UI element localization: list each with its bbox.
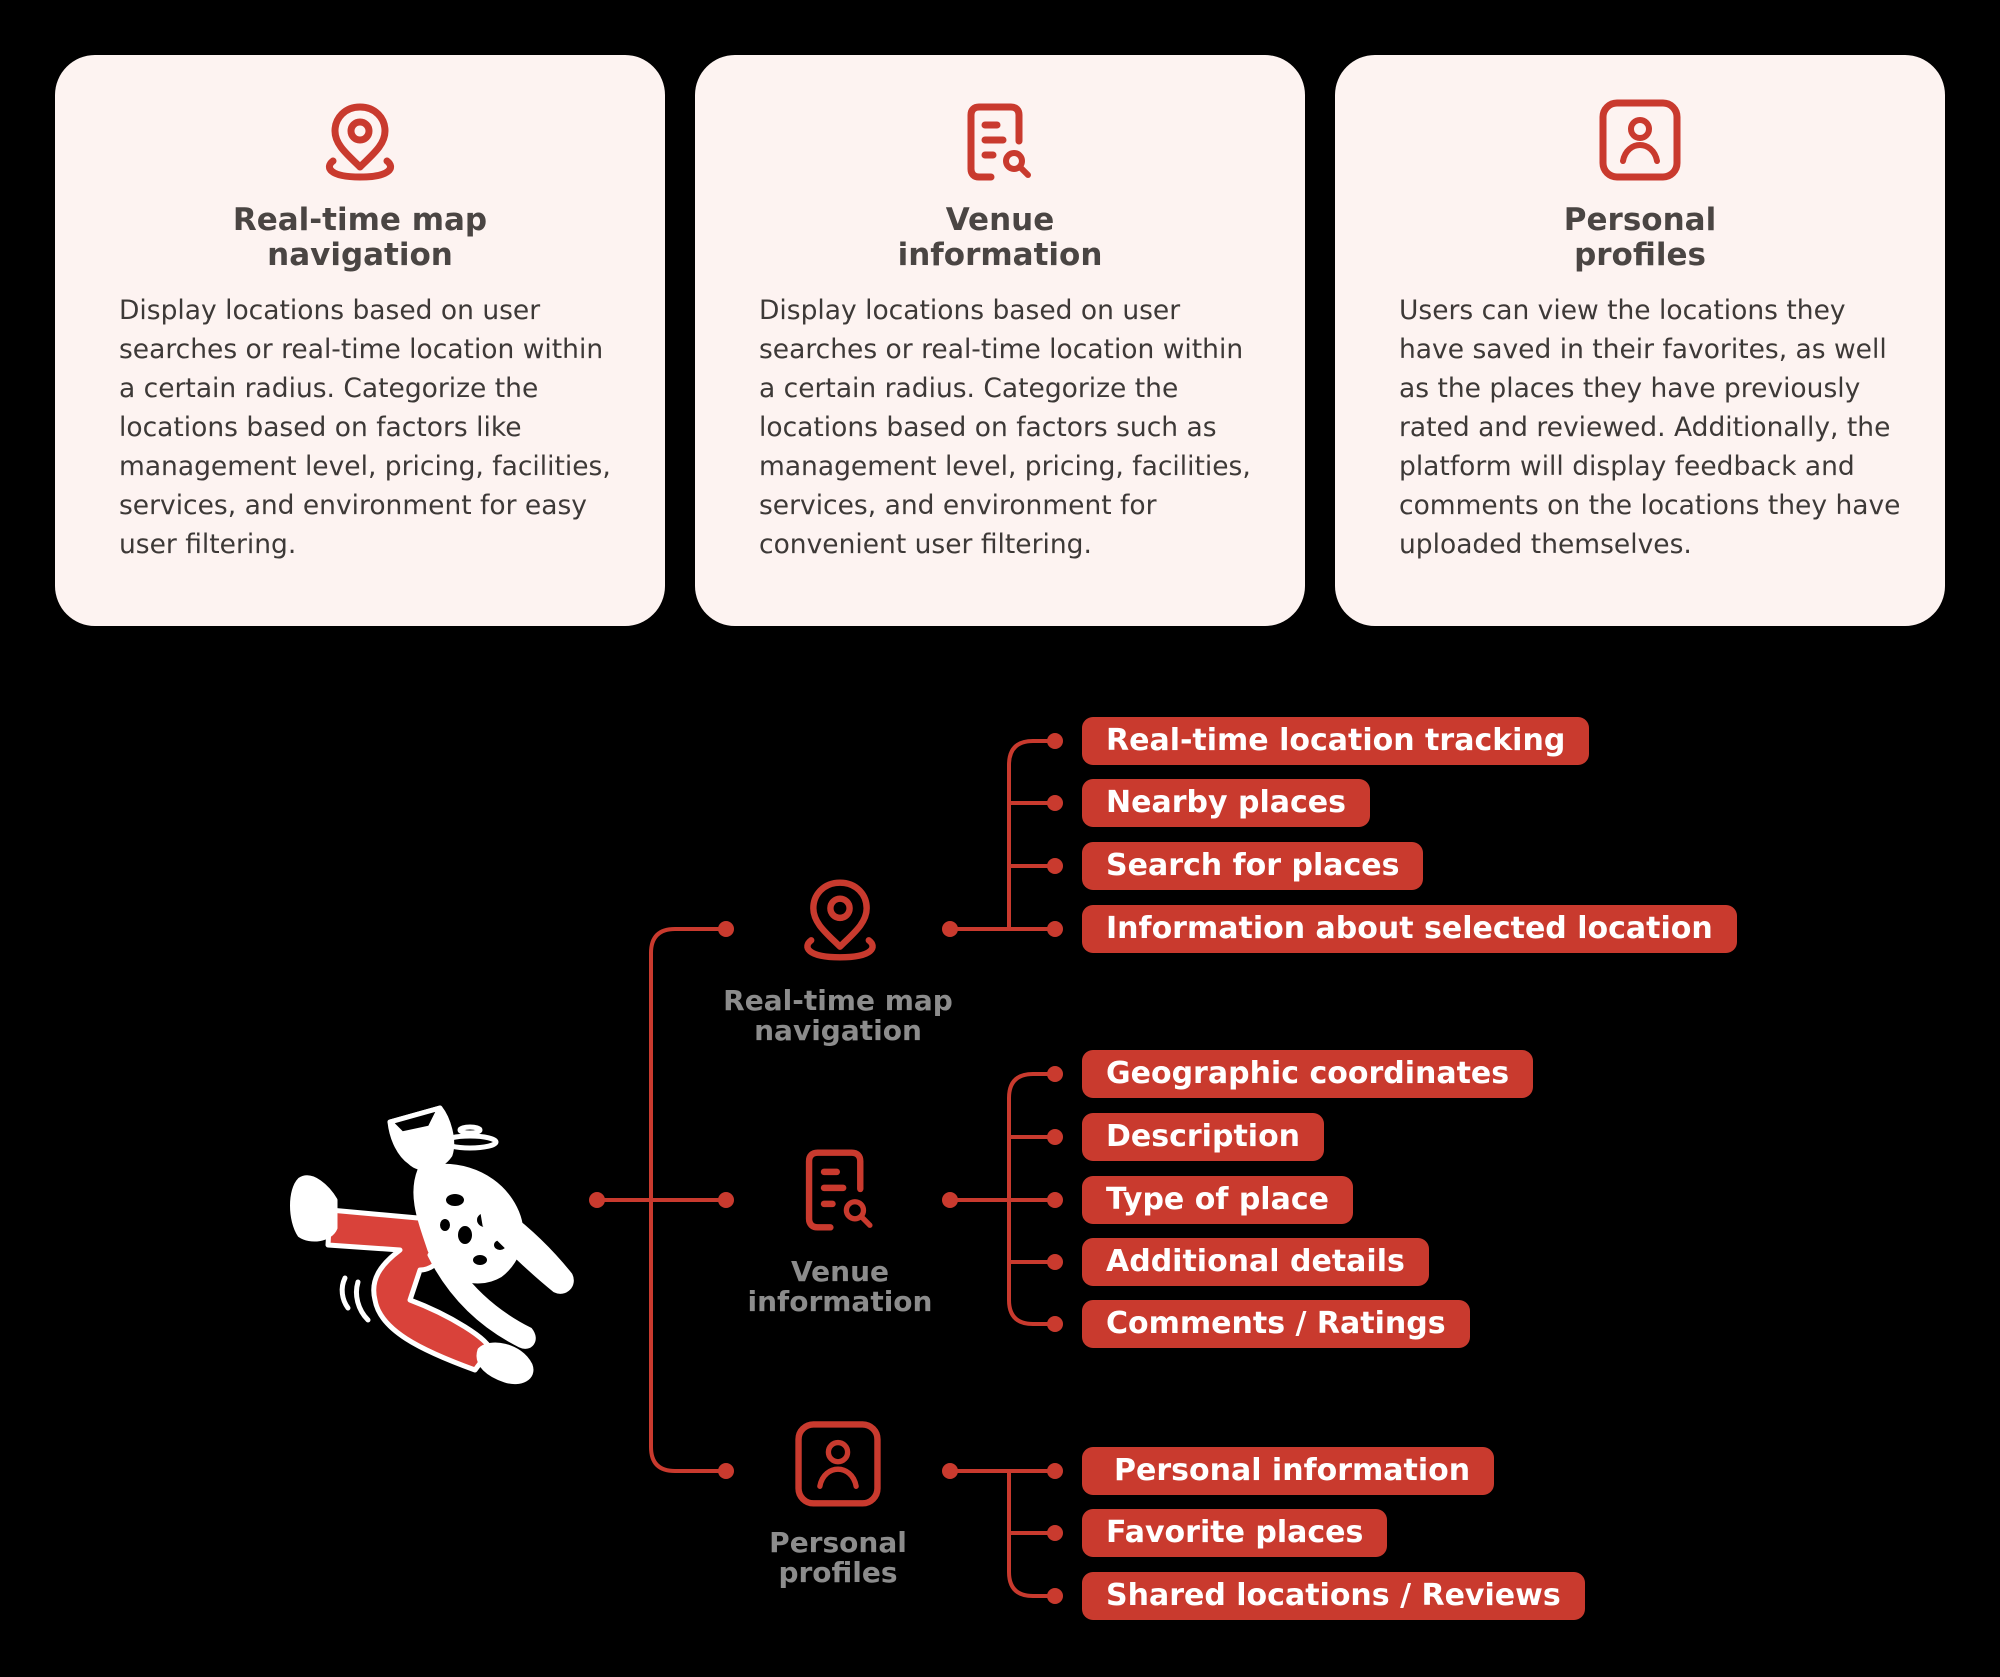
category-label-line: profiles — [778, 1556, 898, 1589]
feature-pill: Comments / Ratings — [1082, 1300, 1470, 1348]
connector-dot — [1047, 1192, 1063, 1208]
feature-pill: Nearby places — [1082, 779, 1370, 827]
category-label-line: navigation — [754, 1014, 922, 1047]
feature-pill: Type of place — [1082, 1176, 1353, 1224]
connector-dot — [1047, 1129, 1063, 1145]
tree-connectors — [589, 733, 1063, 1604]
connector-dot — [1047, 1066, 1063, 1082]
document-search-icon — [805, 1149, 873, 1231]
connector-dot — [718, 921, 734, 937]
running-person-illustration — [290, 1105, 574, 1385]
map-pin-icon — [804, 879, 876, 961]
feature-pill: Real-time location tracking — [1082, 717, 1590, 765]
connector-dot — [1047, 858, 1063, 874]
category-label-line: Personal — [769, 1526, 907, 1559]
connector-dot — [1047, 1463, 1063, 1479]
category-label-personal-profiles: Personal profiles — [708, 1528, 968, 1588]
category-label-line: Venue — [791, 1255, 889, 1288]
connector-dot — [1047, 921, 1063, 937]
connector-dot — [718, 1463, 734, 1479]
connector-dot — [1047, 1254, 1063, 1270]
group-1-branch — [1007, 739, 1055, 929]
category-label-map-navigation: Real-time map navigation — [708, 986, 968, 1046]
feature-pill: Description — [1082, 1113, 1325, 1161]
feature-pill: Favorite places — [1082, 1509, 1388, 1557]
connector-dot — [1047, 795, 1063, 811]
connector-dot — [1047, 1588, 1063, 1604]
category-label-venue-information: Venue information — [710, 1257, 970, 1317]
connector-dot — [942, 1463, 958, 1479]
connector-dot — [1047, 733, 1063, 749]
feature-pill: Additional details — [1082, 1238, 1429, 1286]
feature-pill: Shared locations / Reviews — [1082, 1572, 1585, 1620]
connector-dot — [1047, 1316, 1063, 1332]
feature-pill: Geographic coordinates — [1082, 1050, 1534, 1098]
connector-dot — [942, 1192, 958, 1208]
connector-dot — [1047, 1525, 1063, 1541]
connector-dot — [718, 1192, 734, 1208]
connector-dot — [942, 921, 958, 937]
feature-pill: Search for places — [1082, 842, 1424, 890]
category-label-line: Real-time map — [723, 984, 953, 1017]
feature-pill: Personal information — [1082, 1447, 1495, 1495]
category-label-line: information — [747, 1285, 933, 1318]
feature-pill: Information about selected location — [1082, 905, 1737, 953]
user-profile-icon — [795, 1421, 881, 1507]
